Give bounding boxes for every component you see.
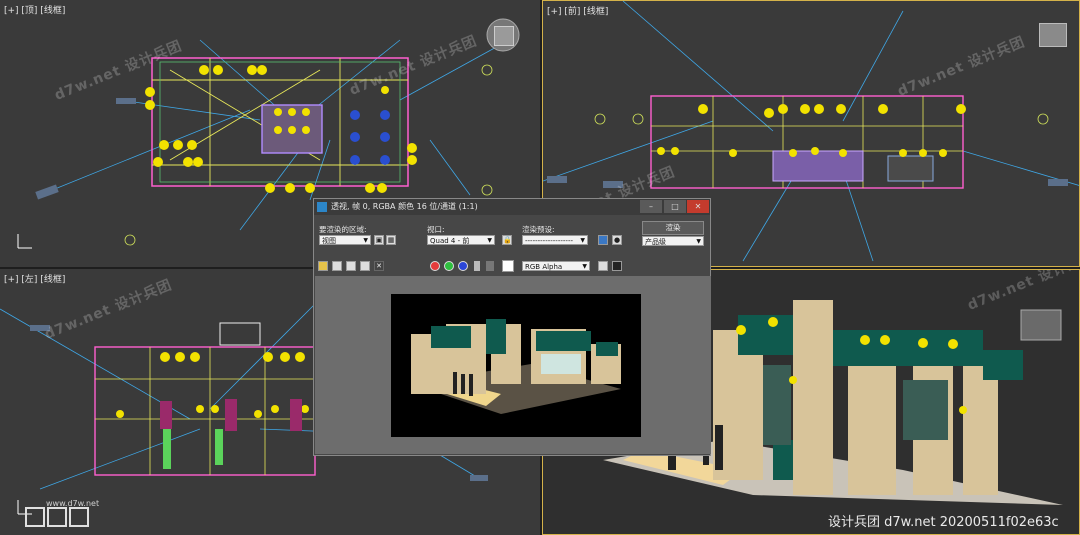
rendered-image: [391, 294, 641, 437]
green-channel-toggle[interactable]: [444, 261, 454, 271]
blue-channel-toggle[interactable]: [458, 261, 468, 271]
print-icon[interactable]: [360, 261, 370, 271]
render-button[interactable]: 渲染: [642, 221, 704, 235]
viewport-select[interactable]: Quad 4 - 前 ▼: [427, 235, 495, 245]
copy-image-icon[interactable]: [332, 261, 342, 271]
window-titlebar[interactable]: 透视, 帧 0, RGBA 颜色 16 位/通道 (1:1) – □ ✕: [314, 199, 710, 215]
preset-label: 渲染预设:: [522, 225, 555, 234]
preset-select[interactable]: ------------------- ▼: [522, 235, 588, 245]
red-channel-toggle[interactable]: [430, 261, 440, 271]
app-icon: [317, 202, 327, 212]
logo-url: www.d7w.net: [46, 499, 100, 508]
toggle-ui-icon[interactable]: [612, 261, 622, 271]
monochrome-icon[interactable]: [486, 261, 494, 271]
toggle-ui-overlay-icon[interactable]: [598, 261, 608, 271]
viewport-label-dlg: 视口:: [427, 225, 445, 234]
render-mode-select[interactable]: 产品级 ▼: [642, 236, 704, 246]
area-label: 要渲染的区域:: [319, 225, 367, 234]
render-canvas: [315, 276, 711, 454]
render-setup-icon[interactable]: [598, 235, 608, 245]
footer-credit: 设计兵团 d7w.net 20200511f02e63c: [828, 515, 1059, 530]
lock-icon[interactable]: 🔒: [502, 235, 512, 245]
clear-icon[interactable]: ✕: [374, 261, 384, 271]
edit-region-icon[interactable]: ▣: [374, 235, 384, 245]
save-image-icon[interactable]: [318, 261, 328, 271]
color-swatch[interactable]: [502, 260, 514, 272]
view-cube-icon[interactable]: [494, 26, 514, 46]
clone-frame-icon[interactable]: [346, 261, 356, 271]
channel-select[interactable]: RGB Alpha ▼: [522, 261, 590, 271]
minimize-button[interactable]: –: [640, 200, 662, 213]
alpha-channel-icon[interactable]: [474, 261, 480, 271]
window-title: 透视, 帧 0, RGBA 颜色 16 位/通道 (1:1): [331, 202, 478, 211]
maximize-button[interactable]: □: [664, 200, 686, 213]
close-button[interactable]: ✕: [687, 200, 709, 213]
view-cube-icon[interactable]: [1039, 23, 1067, 47]
area-select[interactable]: 视图 ▼: [319, 235, 371, 245]
environment-icon[interactable]: ●: [612, 235, 622, 245]
auto-region-icon[interactable]: ▦: [386, 235, 396, 245]
render-frame-window[interactable]: 透视, 帧 0, RGBA 颜色 16 位/通道 (1:1) – □ ✕ 要渲染…: [313, 198, 711, 456]
